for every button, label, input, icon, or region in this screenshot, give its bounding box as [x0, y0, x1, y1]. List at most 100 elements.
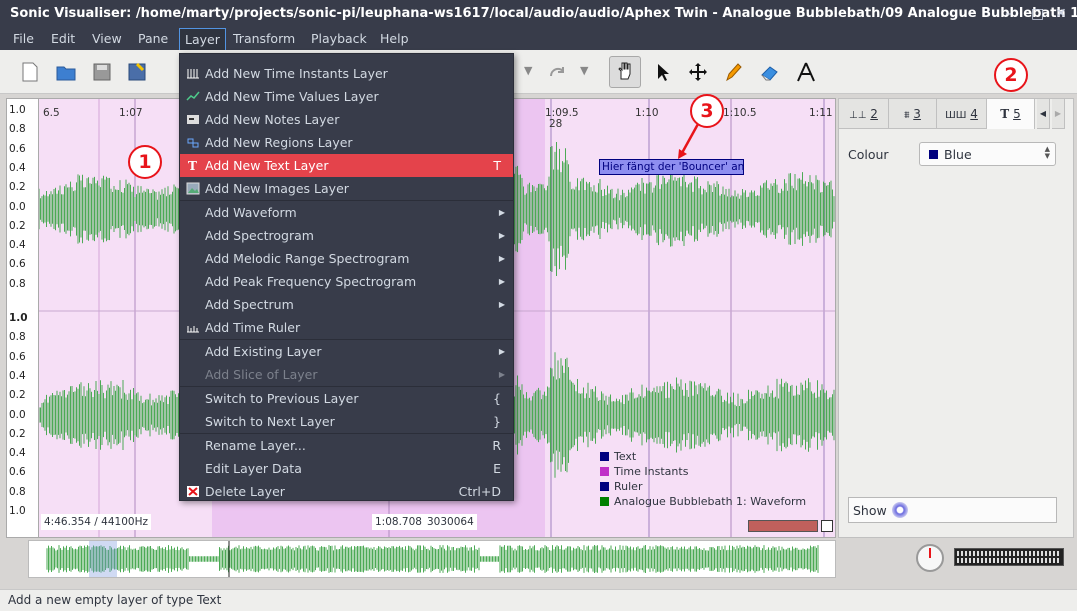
submenu-arrow-icon: ▶: [498, 254, 505, 263]
menu-item-add-spectrogram[interactable]: Add Spectrogram ▶: [180, 224, 513, 247]
volume-meter[interactable]: [954, 548, 1064, 566]
legend-item-waveform: Analogue Bubblebath 1: Waveform: [600, 495, 806, 509]
y-tick-label: 0.8: [9, 277, 26, 290]
menu-item-shortcut: }: [493, 414, 501, 429]
menu-item-shortcut: R: [492, 438, 501, 453]
menu-item-label: Add New Regions Layer: [205, 135, 353, 150]
overview-pane[interactable]: [28, 540, 836, 578]
tab-text-layer[interactable]: T 5: [987, 99, 1035, 129]
status-bar: Add a new empty layer of type Text: [0, 589, 1077, 611]
menu-item-label: Add New Notes Layer: [205, 112, 340, 127]
tab-ruler-layer[interactable]: ⊥⊥ 2: [839, 99, 889, 129]
open-file-icon[interactable]: [54, 60, 78, 84]
layer-menu: Add New Time Instants Layer Add New Time …: [179, 53, 514, 501]
redo-dropdown-icon[interactable]: ▼: [580, 64, 588, 77]
waveform-icon: ⩩: [904, 110, 910, 121]
menu-item-add-new-text-layer[interactable]: T Add New Text Layer T: [180, 154, 513, 177]
menu-item-add-existing-layer[interactable]: Add Existing Layer ▶: [180, 340, 513, 363]
callout-3-arrow: [678, 123, 700, 159]
playback-speed-dial[interactable]: [916, 544, 944, 572]
menu-item-add-waveform[interactable]: Add Waveform ▶: [180, 201, 513, 224]
menu-item-add-new-notes-layer[interactable]: Add New Notes Layer: [180, 108, 513, 131]
menu-item-label: Rename Layer...: [205, 438, 306, 453]
y-tick-label: 0.6: [9, 350, 26, 363]
menu-item-add-spectrum[interactable]: Add Spectrum ▶: [180, 293, 513, 316]
overview-waveform[interactable]: [29, 541, 835, 577]
undo-dropdown-icon[interactable]: ▼: [524, 64, 532, 77]
measure-tool-icon[interactable]: [794, 60, 818, 84]
menu-item-add-time-ruler[interactable]: Add Time Ruler: [180, 316, 513, 339]
menu-item-switch-to-previous-layer[interactable]: Switch to Previous Layer {: [180, 387, 513, 410]
menu-item-label: Switch to Next Layer: [205, 414, 335, 429]
y-tick-label: 0.4: [9, 369, 26, 382]
menu-item-add-peak-frequency-spectrogram[interactable]: Add Peak Frequency Spectrogram ▶: [180, 270, 513, 293]
menu-transform[interactable]: Transform: [228, 28, 300, 50]
window-titlebar: Sonic Visualiser: /home/marty/projects/s…: [0, 0, 1077, 28]
submenu-arrow-icon: ▶: [498, 277, 505, 286]
ruler-label: 1:10: [635, 107, 659, 119]
draw-tool-icon[interactable]: [721, 60, 745, 84]
y-tick-label: 0.2: [9, 219, 26, 232]
regions-icon: [186, 136, 200, 149]
show-layer-box: Show: [848, 497, 1057, 523]
tab-waveform-layer[interactable]: ⩩ 3: [889, 99, 937, 129]
menu-item-label: Add New Time Values Layer: [205, 89, 379, 104]
menu-item-switch-to-next-layer[interactable]: Switch to Next Layer}: [180, 410, 513, 433]
menu-view[interactable]: View: [87, 28, 127, 50]
menu-item-label: Add Slice of Layer: [205, 367, 318, 382]
bar-number: 28: [549, 118, 563, 130]
menu-help[interactable]: Help: [375, 28, 414, 50]
y-tick-label: 0.4: [9, 239, 26, 252]
menu-item-add-new-time-instants-layer[interactable]: Add New Time Instants Layer: [180, 62, 513, 85]
y-tick-label: 0.2: [9, 181, 26, 194]
menu-item-add-new-images-layer[interactable]: Add New Images Layer: [180, 177, 513, 200]
move-tool-icon[interactable]: [686, 60, 710, 84]
menu-item-label: Add Time Ruler: [205, 320, 301, 335]
cursor-frame-readout: 3030064: [424, 514, 477, 530]
save-session-icon[interactable]: [125, 60, 149, 84]
layer-legend: Text Time Instants Ruler Analogue Bubble…: [600, 450, 820, 514]
images-icon: [186, 182, 200, 195]
menu-item-delete-layer[interactable]: Delete Layer Ctrl+D: [180, 480, 513, 503]
pane-toggle-icon[interactable]: [821, 520, 833, 532]
menu-item-label: Add New Images Layer: [205, 181, 349, 196]
select-tool-icon[interactable]: [650, 60, 674, 84]
overview-viewport[interactable]: [89, 541, 117, 577]
submenu-arrow-icon: ▶: [498, 347, 505, 356]
menu-item-rename-layer[interactable]: Rename Layer... R: [180, 434, 513, 457]
navigate-tool-icon[interactable]: [609, 56, 641, 88]
tab-scroll-left-icon[interactable]: ◀: [1037, 99, 1050, 129]
menu-item-edit-layer-data[interactable]: Edit Layer Data E: [180, 457, 513, 480]
callout-1: 1: [128, 145, 162, 179]
close-button[interactable]: ✕: [1055, 0, 1067, 28]
menu-item-add-new-regions-layer[interactable]: Add New Regions Layer: [180, 131, 513, 154]
maximize-button[interactable]: □: [1031, 0, 1044, 28]
minimize-button[interactable]: –: [1005, 0, 1012, 28]
new-file-icon[interactable]: [18, 60, 42, 84]
menu-item-label: Add Spectrum: [205, 297, 294, 312]
menu-file[interactable]: File: [8, 28, 39, 50]
save-file-icon[interactable]: [90, 60, 114, 84]
submenu-arrow-icon: ▶: [498, 370, 505, 379]
menu-item-add-new-time-values-layer[interactable]: Add New Time Values Layer: [180, 85, 513, 108]
menu-item-add-melodic-range-spectrogram[interactable]: Add Melodic Range Spectrogram ▶: [180, 247, 513, 270]
menu-pane[interactable]: Pane: [133, 28, 173, 50]
erase-tool-icon[interactable]: [758, 60, 782, 84]
redo-icon[interactable]: [545, 60, 569, 84]
colour-select[interactable]: Blue ▲ ▼: [919, 142, 1056, 166]
submenu-arrow-icon: ▶: [498, 300, 505, 309]
legend-item-time-instants: Time Instants: [600, 465, 688, 479]
cursor-time-readout: 1:08.708: [372, 514, 425, 530]
ruler-label: 1:10.5: [723, 107, 757, 119]
y-tick-label: 0.0: [9, 200, 26, 213]
legend-item-text: Text: [600, 450, 636, 464]
menu-edit[interactable]: Edit: [46, 28, 80, 50]
tab-instants-layer[interactable]: ШШ 4: [937, 99, 987, 129]
y-tick-label: 0.8: [9, 485, 26, 498]
menu-playback[interactable]: Playback: [306, 28, 372, 50]
menu-layer[interactable]: Layer: [179, 28, 226, 50]
text-annotation[interactable]: Hier fängt der 'Bouncer' an: [599, 159, 744, 175]
show-toggle-icon[interactable]: [892, 502, 908, 518]
tab-scroll-right-icon[interactable]: ▶: [1052, 99, 1065, 129]
instants-icon: ШШ: [945, 110, 967, 121]
